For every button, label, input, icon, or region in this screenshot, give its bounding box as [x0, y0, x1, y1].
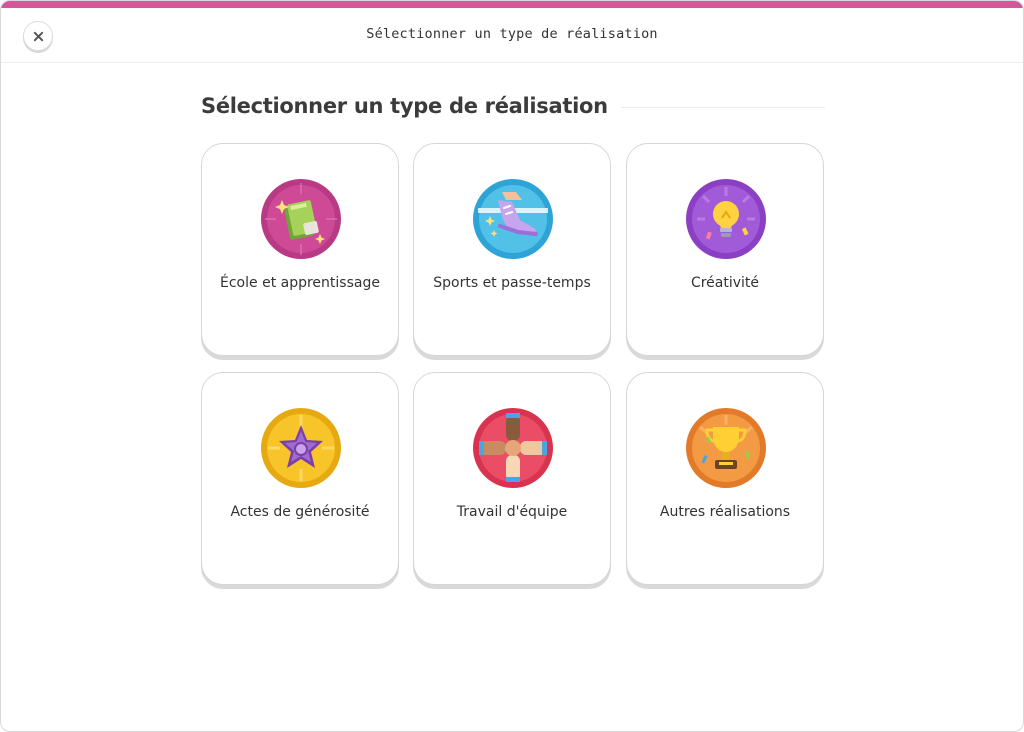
- category-card-creativity[interactable]: Créativité: [626, 143, 824, 356]
- category-grid: École et apprentissage Sports et passe-t…: [201, 143, 825, 589]
- category-label: Travail d'équipe: [456, 504, 568, 520]
- sneaker-icon: [473, 179, 553, 259]
- category-card-other[interactable]: Autres réalisations: [626, 372, 824, 585]
- category-card-generosity[interactable]: Actes de générosité: [201, 372, 399, 585]
- category-label: École et apprentissage: [220, 275, 380, 291]
- category-card-teamwork[interactable]: Travail d'équipe: [413, 372, 611, 585]
- star-badge-icon: [261, 408, 341, 488]
- trophy-icon: [686, 408, 766, 488]
- page-title: Sélectionner un type de réalisation: [201, 94, 608, 118]
- dialog-header: Sélectionner un type de réalisation: [1, 8, 1023, 63]
- section-header: Sélectionner un type de réalisation: [201, 94, 825, 124]
- category-label: Actes de générosité: [230, 504, 370, 520]
- category-label: Créativité: [690, 275, 760, 291]
- category-label: Autres réalisations: [659, 504, 791, 520]
- dialog-title: Sélectionner un type de réalisation: [366, 26, 658, 42]
- category-label: Sports et passe-temps: [433, 275, 591, 291]
- category-card-school[interactable]: École et apprentissage: [201, 143, 399, 356]
- dialog-window: Sélectionner un type de réalisation Séle…: [0, 0, 1024, 732]
- divider: [621, 107, 825, 108]
- hands-together-icon: [473, 408, 553, 488]
- books-icon: [261, 179, 341, 259]
- lightbulb-icon: [686, 179, 766, 259]
- category-card-sports[interactable]: Sports et passe-temps: [413, 143, 611, 356]
- accent-bar: [1, 1, 1023, 8]
